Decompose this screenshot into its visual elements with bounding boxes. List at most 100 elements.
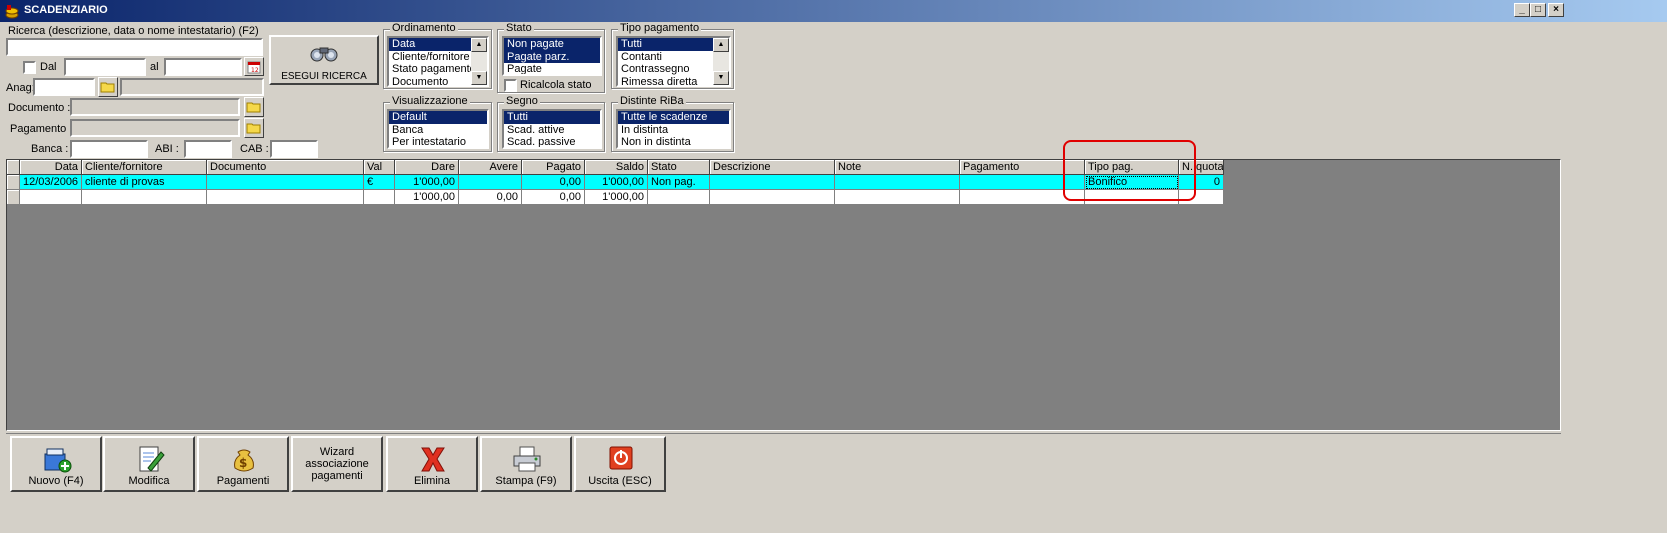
distinte-item-in[interactable]: In distinta <box>618 124 729 137</box>
stato-item-pagate-parz[interactable]: Pagate parz. <box>504 50 600 63</box>
pagamento-field <box>70 119 240 137</box>
title-bar: SCADENZIARIO _ □ × <box>0 0 1667 22</box>
visualizzazione-item-intestatario[interactable]: Per intestatario <box>389 136 487 147</box>
cell-dare[interactable]: 1'000,00 <box>395 190 459 205</box>
elimina-button[interactable]: Elimina <box>386 436 478 492</box>
cell-documento[interactable] <box>207 190 364 205</box>
segno-group: Segno Tutti Scad. attive Scad. passive <box>497 95 605 152</box>
dal-date-field[interactable] <box>64 58 146 76</box>
cell-data[interactable] <box>20 190 82 205</box>
ordinamento-group: Ordinamento Data Cliente/fornitore Stato… <box>383 22 492 89</box>
cell-pagato[interactable]: 0,00 <box>522 190 585 205</box>
col-header-descrizione[interactable]: Descrizione <box>710 160 835 175</box>
scroll-down-icon[interactable]: ▼ <box>713 71 729 85</box>
col-header-val[interactable]: Val <box>364 160 395 175</box>
distinte-title: Distinte RiBa <box>618 95 686 107</box>
ordinamento-scrollbar[interactable]: ▲ ▼ <box>471 38 487 85</box>
close-button[interactable]: × <box>1548 3 1564 17</box>
header-indicator <box>7 160 20 175</box>
calendar-button[interactable]: 12 <box>244 57 264 76</box>
pagamento-label: Pagamento : <box>10 123 73 135</box>
pagamenti-label: Pagamenti <box>216 475 270 487</box>
tipo-pagamento-list[interactable]: Tutti Contanti Contrassegno Rimessa dire… <box>616 36 731 87</box>
banca-field[interactable] <box>70 140 148 158</box>
uscita-button[interactable]: Uscita (ESC) <box>574 436 666 492</box>
row-indicator[interactable] <box>7 175 20 190</box>
pagamento-browse-button[interactable] <box>244 118 264 138</box>
al-date-field[interactable] <box>164 58 242 76</box>
anag-browse-button[interactable] <box>98 77 118 97</box>
dal-label: Dal <box>40 61 57 73</box>
col-header-data[interactable]: Data <box>20 160 82 175</box>
col-header-saldo[interactable]: Saldo <box>585 160 648 175</box>
col-header-dare[interactable]: Dare <box>395 160 459 175</box>
row-indicator[interactable] <box>7 190 20 205</box>
search-input[interactable] <box>6 38 263 56</box>
al-label: al <box>150 61 159 73</box>
col-header-stato[interactable]: Stato <box>648 160 710 175</box>
abi-field[interactable] <box>184 140 232 158</box>
cell-descrizione[interactable] <box>710 190 835 205</box>
col-header-note[interactable]: Note <box>835 160 960 175</box>
scroll-up-icon[interactable]: ▲ <box>471 38 487 52</box>
col-header-documento[interactable]: Documento <box>207 160 364 175</box>
segno-item-attive[interactable]: Scad. attive <box>504 124 600 137</box>
cell-stato[interactable] <box>648 190 710 205</box>
stato-item-pagate[interactable]: Pagate <box>504 63 600 74</box>
scadenze-grid[interactable]: Data Cliente/fornitore Documento Val Dar… <box>6 159 1561 431</box>
anag-field[interactable] <box>33 78 95 96</box>
modifica-button[interactable]: Modifica <box>103 436 195 492</box>
segno-item-passive[interactable]: Scad. passive <box>504 136 600 147</box>
run-search-button[interactable]: ESEGUI RICERCA <box>269 35 379 85</box>
col-header-avere[interactable]: Avere <box>459 160 522 175</box>
distinte-item-non[interactable]: Non in distinta <box>618 136 729 147</box>
cell-data[interactable]: 12/03/2006 <box>20 175 82 190</box>
cab-field[interactable] <box>270 140 318 158</box>
cell-avere[interactable] <box>459 175 522 190</box>
cell-saldo[interactable]: 1'000,00 <box>585 175 648 190</box>
annotation-highlight <box>1063 140 1196 201</box>
cell-avere[interactable]: 0,00 <box>459 190 522 205</box>
scroll-up-icon[interactable]: ▲ <box>713 38 729 52</box>
col-header-pagato[interactable]: Pagato <box>522 160 585 175</box>
dal-checkbox[interactable] <box>23 61 36 74</box>
cell-pagato[interactable]: 0,00 <box>522 175 585 190</box>
distinte-list[interactable]: Tutte le scadenze In distinta Non in dis… <box>616 109 731 149</box>
stato-list[interactable]: Non pagate Pagate parz. Pagate <box>502 36 602 76</box>
scroll-down-icon[interactable]: ▼ <box>471 71 487 85</box>
cell-descrizione[interactable] <box>710 175 835 190</box>
cell-saldo[interactable]: 1'000,00 <box>585 190 648 205</box>
nuovo-button[interactable]: Nuovo (F4) <box>10 436 102 492</box>
cell-val[interactable] <box>364 190 395 205</box>
cell-dare[interactable]: 1'000,00 <box>395 175 459 190</box>
cell-val[interactable]: € <box>364 175 395 190</box>
minimize-button[interactable]: _ <box>1514 3 1530 17</box>
visualizzazione-list[interactable]: Default Banca Per intestatario <box>387 109 489 149</box>
svg-text:$: $ <box>239 456 247 470</box>
distinte-item-tutte[interactable]: Tutte le scadenze <box>618 111 729 124</box>
binoculars-icon <box>310 47 338 62</box>
segno-item-tutti[interactable]: Tutti <box>504 111 600 124</box>
stampa-button[interactable]: Stampa (F9) <box>480 436 572 492</box>
col-header-cliente[interactable]: Cliente/fornitore <box>82 160 207 175</box>
ordinamento-title: Ordinamento <box>390 22 458 34</box>
cell-note[interactable] <box>835 175 960 190</box>
segno-list[interactable]: Tutti Scad. attive Scad. passive <box>502 109 602 149</box>
cell-documento[interactable] <box>207 175 364 190</box>
cell-note[interactable] <box>835 190 960 205</box>
stato-item-non-pagate[interactable]: Non pagate <box>504 38 600 51</box>
documento-browse-button[interactable] <box>244 97 264 117</box>
visualizzazione-item-banca[interactable]: Banca <box>389 124 487 137</box>
ordinamento-list[interactable]: Data Cliente/fornitore Stato pagamento D… <box>387 36 489 87</box>
tipo-pagamento-scrollbar[interactable]: ▲ ▼ <box>713 38 729 85</box>
anag-label: Anag: <box>6 82 35 94</box>
ricalcola-checkbox[interactable] <box>504 79 517 92</box>
cell-stato[interactable]: Non pag. <box>648 175 710 190</box>
maximize-button[interactable]: □ <box>1530 3 1546 17</box>
cell-cliente[interactable]: cliente di provas <box>82 175 207 190</box>
cell-cliente[interactable] <box>82 190 207 205</box>
wizard-button[interactable]: Wizard associazione pagamenti <box>291 436 383 492</box>
red-x-icon <box>421 447 445 472</box>
visualizzazione-item-default[interactable]: Default <box>389 111 487 124</box>
pagamenti-button[interactable]: $ Pagamenti <box>197 436 289 492</box>
